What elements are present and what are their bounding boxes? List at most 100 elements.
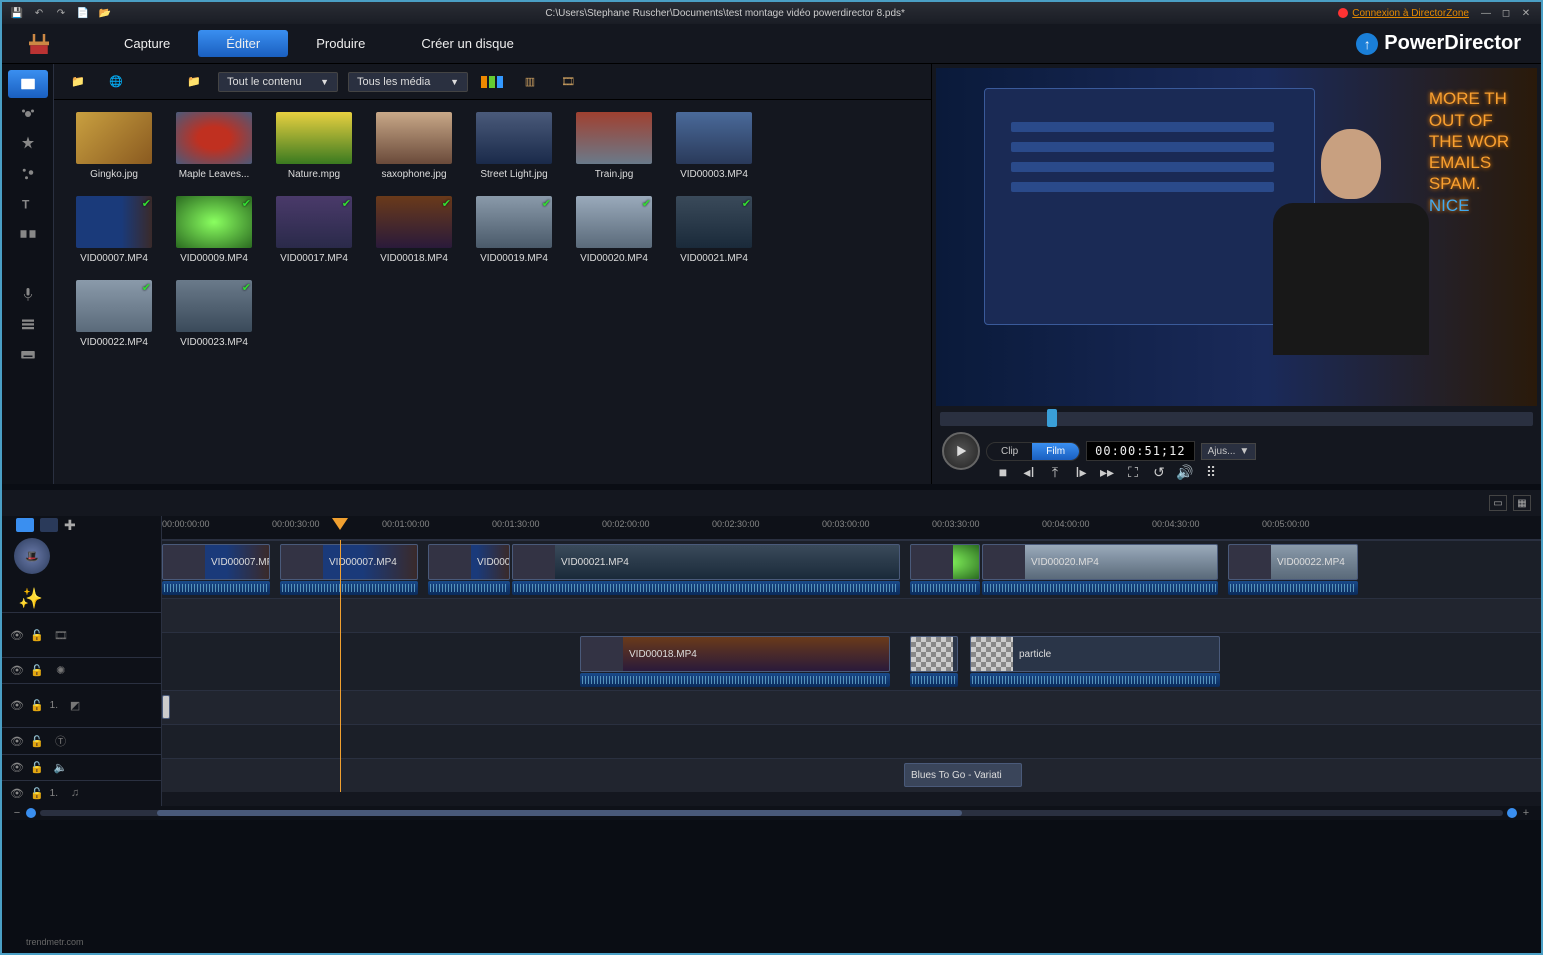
step-button[interactable]: ⤒ (1046, 463, 1064, 481)
audio-waveform[interactable] (910, 673, 958, 687)
media-item[interactable]: ✔VID00017.MP4 (266, 196, 362, 264)
zoom-end-knob[interactable] (1507, 808, 1517, 818)
zoom-in-button[interactable]: + (1521, 808, 1531, 818)
tab-edit[interactable]: Éditer (198, 30, 288, 57)
detect-scenes-button[interactable]: 🎞 (554, 70, 582, 94)
pip-track-1[interactable]: VID00018.MP4particle (162, 632, 1541, 690)
maximize-button[interactable]: ◻ (1499, 6, 1513, 20)
title-clip[interactable] (162, 695, 170, 719)
title-lock-toggle[interactable]: 🔓 (30, 735, 44, 748)
prev-frame-button[interactable]: ◂Ⅰ (1020, 463, 1038, 481)
voice-track[interactable] (162, 724, 1541, 758)
scrub-knob[interactable] (1047, 409, 1057, 427)
timeline-view-button[interactable]: ▭ (1489, 495, 1507, 511)
movie-mode-button[interactable] (16, 518, 34, 532)
view-mode-button[interactable] (478, 70, 506, 94)
redo-icon[interactable]: ↷ (54, 6, 68, 20)
playhead[interactable] (340, 540, 341, 792)
video-track-1[interactable]: VID00007.MP4VID00007.MP4VID00007.MP4VID0… (162, 540, 1541, 598)
mode-clip-button[interactable]: Clip (987, 443, 1032, 460)
pip-room-button[interactable] (8, 130, 48, 158)
slideshow-mode-button[interactable] (40, 518, 58, 532)
track1-visibility-toggle[interactable]: 👁 (10, 629, 24, 642)
media-item[interactable]: ✔VID00019.MP4 (466, 196, 562, 264)
voice-room-button[interactable] (8, 280, 48, 308)
audio-waveform[interactable] (162, 581, 270, 595)
voice-visibility-toggle[interactable]: 👁 (10, 761, 24, 774)
media-item[interactable]: ✔VID00018.MP4 (366, 196, 462, 264)
media-item[interactable]: ✔VID00009.MP4 (166, 196, 262, 264)
zoom-start-knob[interactable] (26, 808, 36, 818)
undo-icon[interactable]: ↶ (32, 6, 46, 20)
preview-display[interactable]: MORE THOUT OFTHE WOREMAILSSPAM.NICE (936, 68, 1537, 406)
media-item[interactable]: ✔VID00023.MP4 (166, 280, 262, 348)
timeline-clip[interactable] (910, 636, 958, 672)
music-lock-toggle[interactable]: 🔓 (30, 787, 44, 800)
title-visibility-toggle[interactable]: 👁 (10, 735, 24, 748)
track1-lock-toggle[interactable]: 🔓 (30, 629, 44, 642)
minimize-button[interactable]: — (1479, 6, 1493, 20)
media-room-button[interactable] (8, 70, 48, 98)
content-filter-select[interactable]: Tout le contenu▼ (218, 72, 338, 92)
save-icon[interactable]: 💾 (10, 6, 24, 20)
particle-room-button[interactable] (8, 160, 48, 188)
fx-track[interactable] (162, 598, 1541, 632)
snapshot-button[interactable]: ⠿ (1202, 463, 1220, 481)
magic-style-button[interactable]: ✨ (18, 586, 44, 612)
audio-waveform[interactable] (280, 581, 418, 595)
title-track[interactable] (162, 690, 1541, 724)
audio-waveform[interactable] (512, 581, 900, 595)
fullscreen-button[interactable]: ⛶ (1124, 463, 1142, 481)
volume-button[interactable]: 🔊 (1176, 463, 1194, 481)
new-icon[interactable]: 📄 (76, 6, 90, 20)
zoom-out-button[interactable]: − (12, 808, 22, 818)
zoom-thumb[interactable] (157, 810, 962, 816)
media-filter-select[interactable]: Tous les média▼ (348, 72, 468, 92)
timeline-clip[interactable]: VID00007.MP4 (428, 544, 510, 580)
music-clip[interactable]: Blues To Go - Variati (904, 763, 1022, 787)
library-folder-button[interactable]: 📁 (180, 70, 208, 94)
timeline-clip[interactable]: VID00021.MP4 (512, 544, 900, 580)
loop-button[interactable]: ↺ (1150, 463, 1168, 481)
timeline-clip[interactable] (910, 544, 980, 580)
stop-button[interactable]: ■ (994, 463, 1012, 481)
timeline-clip[interactable]: VID00022.MP4 (1228, 544, 1358, 580)
audio-waveform[interactable] (910, 581, 980, 595)
tab-capture[interactable]: Capture (96, 30, 198, 57)
media-item[interactable]: Gingko.jpg (66, 112, 162, 180)
zoom-scrollbar[interactable] (40, 810, 1503, 816)
audio-room-button[interactable] (8, 250, 48, 278)
timeline-clip[interactable]: VID00007.MP4 (280, 544, 418, 580)
subtitle-room-button[interactable] (8, 340, 48, 368)
fx-lock-toggle[interactable]: 🔓 (30, 664, 44, 677)
media-item[interactable]: ✔VID00021.MP4 (666, 196, 762, 264)
tab-produce[interactable]: Produire (288, 30, 393, 57)
media-item[interactable]: saxophone.jpg (366, 112, 462, 180)
import-folder-button[interactable]: 📁 (64, 70, 92, 94)
media-item[interactable]: Maple Leaves... (166, 112, 262, 180)
title-room-button[interactable]: T (8, 190, 48, 218)
close-button[interactable]: ✕ (1519, 6, 1533, 20)
directorzone-link[interactable]: Connexion à DirectorZone (1352, 8, 1469, 19)
timeline-canvas[interactable]: 00:00:00:0000:00:30:0000:01:00:0000:01:3… (162, 516, 1541, 806)
timeline-clip[interactable]: VID00007.MP4 (162, 544, 270, 580)
fx-visibility-toggle[interactable]: 👁 (10, 664, 24, 677)
media-item[interactable]: ✔VID00022.MP4 (66, 280, 162, 348)
media-item[interactable]: ✔VID00020.MP4 (566, 196, 662, 264)
import-web-button[interactable]: 🌐 (102, 70, 130, 94)
timeline-clip[interactable]: particle (970, 636, 1220, 672)
mode-film-button[interactable]: Film (1032, 443, 1079, 460)
add-track-button[interactable]: ✚ (64, 517, 76, 534)
audio-waveform[interactable] (982, 581, 1218, 595)
audio-waveform[interactable] (580, 673, 890, 687)
media-item[interactable]: VID00003.MP4 (666, 112, 762, 180)
effect-room-button[interactable] (8, 100, 48, 128)
transition-room-button[interactable] (8, 220, 48, 248)
audio-waveform[interactable] (428, 581, 510, 595)
pip-visibility-toggle[interactable]: 👁 (10, 699, 24, 712)
time-ruler[interactable]: 00:00:00:0000:00:30:0000:01:00:0000:01:3… (162, 516, 1541, 540)
media-item[interactable]: Nature.mpg (266, 112, 362, 180)
pip-lock-toggle[interactable]: 🔓 (30, 699, 44, 712)
open-icon[interactable]: 📂 (98, 6, 112, 20)
media-item[interactable]: Street Light.jpg (466, 112, 562, 180)
